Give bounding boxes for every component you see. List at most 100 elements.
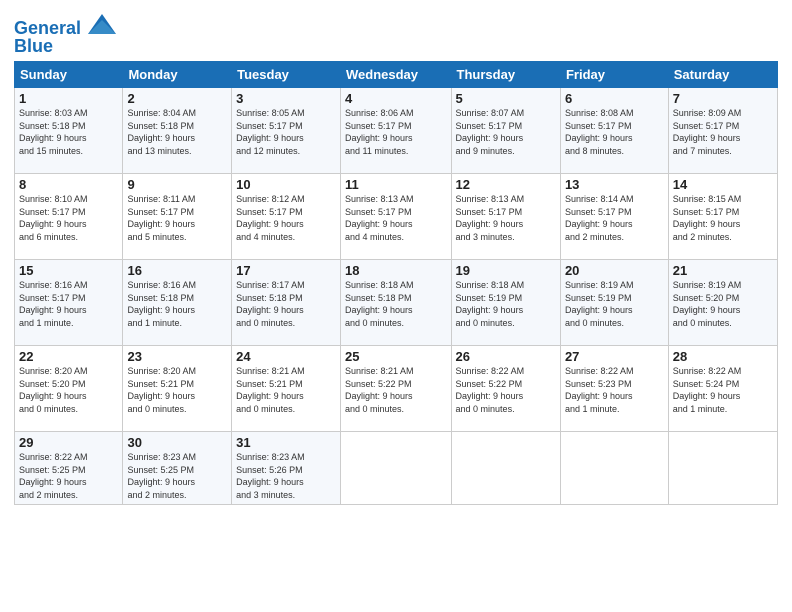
day-info: Sunrise: 8:20 AMSunset: 5:20 PMDaylight:… xyxy=(19,365,118,415)
day-info: Sunrise: 8:13 AMSunset: 5:17 PMDaylight:… xyxy=(345,193,447,243)
day-info: Sunrise: 8:22 AMSunset: 5:25 PMDaylight:… xyxy=(19,451,118,501)
calendar-cell: 10Sunrise: 8:12 AMSunset: 5:17 PMDayligh… xyxy=(232,174,341,260)
day-number: 15 xyxy=(19,263,118,278)
calendar-cell: 18Sunrise: 8:18 AMSunset: 5:18 PMDayligh… xyxy=(341,260,452,346)
day-number: 25 xyxy=(345,349,447,364)
calendar-cell: 21Sunrise: 8:19 AMSunset: 5:20 PMDayligh… xyxy=(668,260,777,346)
day-number: 20 xyxy=(565,263,664,278)
calendar-cell: 4Sunrise: 8:06 AMSunset: 5:17 PMDaylight… xyxy=(341,88,452,174)
day-number: 1 xyxy=(19,91,118,106)
calendar-cell: 3Sunrise: 8:05 AMSunset: 5:17 PMDaylight… xyxy=(232,88,341,174)
day-info: Sunrise: 8:10 AMSunset: 5:17 PMDaylight:… xyxy=(19,193,118,243)
calendar-cell: 6Sunrise: 8:08 AMSunset: 5:17 PMDaylight… xyxy=(560,88,668,174)
calendar-cell: 28Sunrise: 8:22 AMSunset: 5:24 PMDayligh… xyxy=(668,346,777,432)
calendar-cell: 24Sunrise: 8:21 AMSunset: 5:21 PMDayligh… xyxy=(232,346,341,432)
day-info: Sunrise: 8:06 AMSunset: 5:17 PMDaylight:… xyxy=(345,107,447,157)
day-number: 31 xyxy=(236,435,336,450)
day-number: 3 xyxy=(236,91,336,106)
calendar-cell: 25Sunrise: 8:21 AMSunset: 5:22 PMDayligh… xyxy=(341,346,452,432)
day-info: Sunrise: 8:08 AMSunset: 5:17 PMDaylight:… xyxy=(565,107,664,157)
day-info: Sunrise: 8:18 AMSunset: 5:18 PMDaylight:… xyxy=(345,279,447,329)
day-number: 26 xyxy=(456,349,556,364)
calendar-cell: 7Sunrise: 8:09 AMSunset: 5:17 PMDaylight… xyxy=(668,88,777,174)
day-number: 12 xyxy=(456,177,556,192)
day-number: 17 xyxy=(236,263,336,278)
day-info: Sunrise: 8:19 AMSunset: 5:20 PMDaylight:… xyxy=(673,279,773,329)
calendar-cell: 11Sunrise: 8:13 AMSunset: 5:17 PMDayligh… xyxy=(341,174,452,260)
day-info: Sunrise: 8:22 AMSunset: 5:22 PMDaylight:… xyxy=(456,365,556,415)
calendar-cell xyxy=(560,432,668,505)
calendar-cell: 27Sunrise: 8:22 AMSunset: 5:23 PMDayligh… xyxy=(560,346,668,432)
calendar-cell: 31Sunrise: 8:23 AMSunset: 5:26 PMDayligh… xyxy=(232,432,341,505)
calendar-table: SundayMondayTuesdayWednesdayThursdayFrid… xyxy=(14,61,778,505)
calendar-header-wednesday: Wednesday xyxy=(341,62,452,88)
day-number: 24 xyxy=(236,349,336,364)
calendar-cell: 9Sunrise: 8:11 AMSunset: 5:17 PMDaylight… xyxy=(123,174,232,260)
calendar-header-sunday: Sunday xyxy=(15,62,123,88)
day-info: Sunrise: 8:03 AMSunset: 5:18 PMDaylight:… xyxy=(19,107,118,157)
day-info: Sunrise: 8:16 AMSunset: 5:17 PMDaylight:… xyxy=(19,279,118,329)
day-number: 19 xyxy=(456,263,556,278)
calendar-cell: 17Sunrise: 8:17 AMSunset: 5:18 PMDayligh… xyxy=(232,260,341,346)
day-info: Sunrise: 8:11 AMSunset: 5:17 PMDaylight:… xyxy=(127,193,227,243)
calendar-cell: 22Sunrise: 8:20 AMSunset: 5:20 PMDayligh… xyxy=(15,346,123,432)
day-info: Sunrise: 8:20 AMSunset: 5:21 PMDaylight:… xyxy=(127,365,227,415)
day-number: 7 xyxy=(673,91,773,106)
calendar-cell: 15Sunrise: 8:16 AMSunset: 5:17 PMDayligh… xyxy=(15,260,123,346)
day-number: 27 xyxy=(565,349,664,364)
day-info: Sunrise: 8:15 AMSunset: 5:17 PMDaylight:… xyxy=(673,193,773,243)
page: General Blue SundayMondayTuesdayWednesda… xyxy=(0,0,792,612)
day-number: 8 xyxy=(19,177,118,192)
calendar-cell: 2Sunrise: 8:04 AMSunset: 5:18 PMDaylight… xyxy=(123,88,232,174)
calendar-cell: 30Sunrise: 8:23 AMSunset: 5:25 PMDayligh… xyxy=(123,432,232,505)
calendar-cell: 1Sunrise: 8:03 AMSunset: 5:18 PMDaylight… xyxy=(15,88,123,174)
calendar-cell: 16Sunrise: 8:16 AMSunset: 5:18 PMDayligh… xyxy=(123,260,232,346)
day-number: 18 xyxy=(345,263,447,278)
day-number: 22 xyxy=(19,349,118,364)
calendar-cell: 13Sunrise: 8:14 AMSunset: 5:17 PMDayligh… xyxy=(560,174,668,260)
header: General Blue xyxy=(14,10,778,55)
day-number: 16 xyxy=(127,263,227,278)
day-info: Sunrise: 8:19 AMSunset: 5:19 PMDaylight:… xyxy=(565,279,664,329)
logo-general: General xyxy=(14,18,81,38)
calendar-cell xyxy=(668,432,777,505)
calendar-header-saturday: Saturday xyxy=(668,62,777,88)
day-number: 23 xyxy=(127,349,227,364)
day-info: Sunrise: 8:23 AMSunset: 5:26 PMDaylight:… xyxy=(236,451,336,501)
calendar-cell: 26Sunrise: 8:22 AMSunset: 5:22 PMDayligh… xyxy=(451,346,560,432)
calendar-cell: 23Sunrise: 8:20 AMSunset: 5:21 PMDayligh… xyxy=(123,346,232,432)
day-info: Sunrise: 8:05 AMSunset: 5:17 PMDaylight:… xyxy=(236,107,336,157)
day-info: Sunrise: 8:09 AMSunset: 5:17 PMDaylight:… xyxy=(673,107,773,157)
calendar-cell: 20Sunrise: 8:19 AMSunset: 5:19 PMDayligh… xyxy=(560,260,668,346)
calendar-cell: 12Sunrise: 8:13 AMSunset: 5:17 PMDayligh… xyxy=(451,174,560,260)
day-number: 6 xyxy=(565,91,664,106)
day-info: Sunrise: 8:18 AMSunset: 5:19 PMDaylight:… xyxy=(456,279,556,329)
day-info: Sunrise: 8:21 AMSunset: 5:22 PMDaylight:… xyxy=(345,365,447,415)
day-number: 4 xyxy=(345,91,447,106)
day-number: 28 xyxy=(673,349,773,364)
calendar-cell: 19Sunrise: 8:18 AMSunset: 5:19 PMDayligh… xyxy=(451,260,560,346)
logo: General Blue xyxy=(14,14,116,55)
day-info: Sunrise: 8:12 AMSunset: 5:17 PMDaylight:… xyxy=(236,193,336,243)
day-number: 30 xyxy=(127,435,227,450)
calendar-cell: 8Sunrise: 8:10 AMSunset: 5:17 PMDaylight… xyxy=(15,174,123,260)
day-info: Sunrise: 8:16 AMSunset: 5:18 PMDaylight:… xyxy=(127,279,227,329)
calendar-cell: 5Sunrise: 8:07 AMSunset: 5:17 PMDaylight… xyxy=(451,88,560,174)
day-number: 10 xyxy=(236,177,336,192)
calendar-cell xyxy=(451,432,560,505)
day-info: Sunrise: 8:07 AMSunset: 5:17 PMDaylight:… xyxy=(456,107,556,157)
calendar-cell: 14Sunrise: 8:15 AMSunset: 5:17 PMDayligh… xyxy=(668,174,777,260)
day-info: Sunrise: 8:04 AMSunset: 5:18 PMDaylight:… xyxy=(127,107,227,157)
day-info: Sunrise: 8:22 AMSunset: 5:23 PMDaylight:… xyxy=(565,365,664,415)
day-number: 29 xyxy=(19,435,118,450)
day-info: Sunrise: 8:13 AMSunset: 5:17 PMDaylight:… xyxy=(456,193,556,243)
day-number: 21 xyxy=(673,263,773,278)
calendar-header-tuesday: Tuesday xyxy=(232,62,341,88)
day-info: Sunrise: 8:17 AMSunset: 5:18 PMDaylight:… xyxy=(236,279,336,329)
day-number: 11 xyxy=(345,177,447,192)
day-number: 13 xyxy=(565,177,664,192)
calendar-cell xyxy=(341,432,452,505)
calendar-header-thursday: Thursday xyxy=(451,62,560,88)
day-info: Sunrise: 8:14 AMSunset: 5:17 PMDaylight:… xyxy=(565,193,664,243)
day-info: Sunrise: 8:23 AMSunset: 5:25 PMDaylight:… xyxy=(127,451,227,501)
